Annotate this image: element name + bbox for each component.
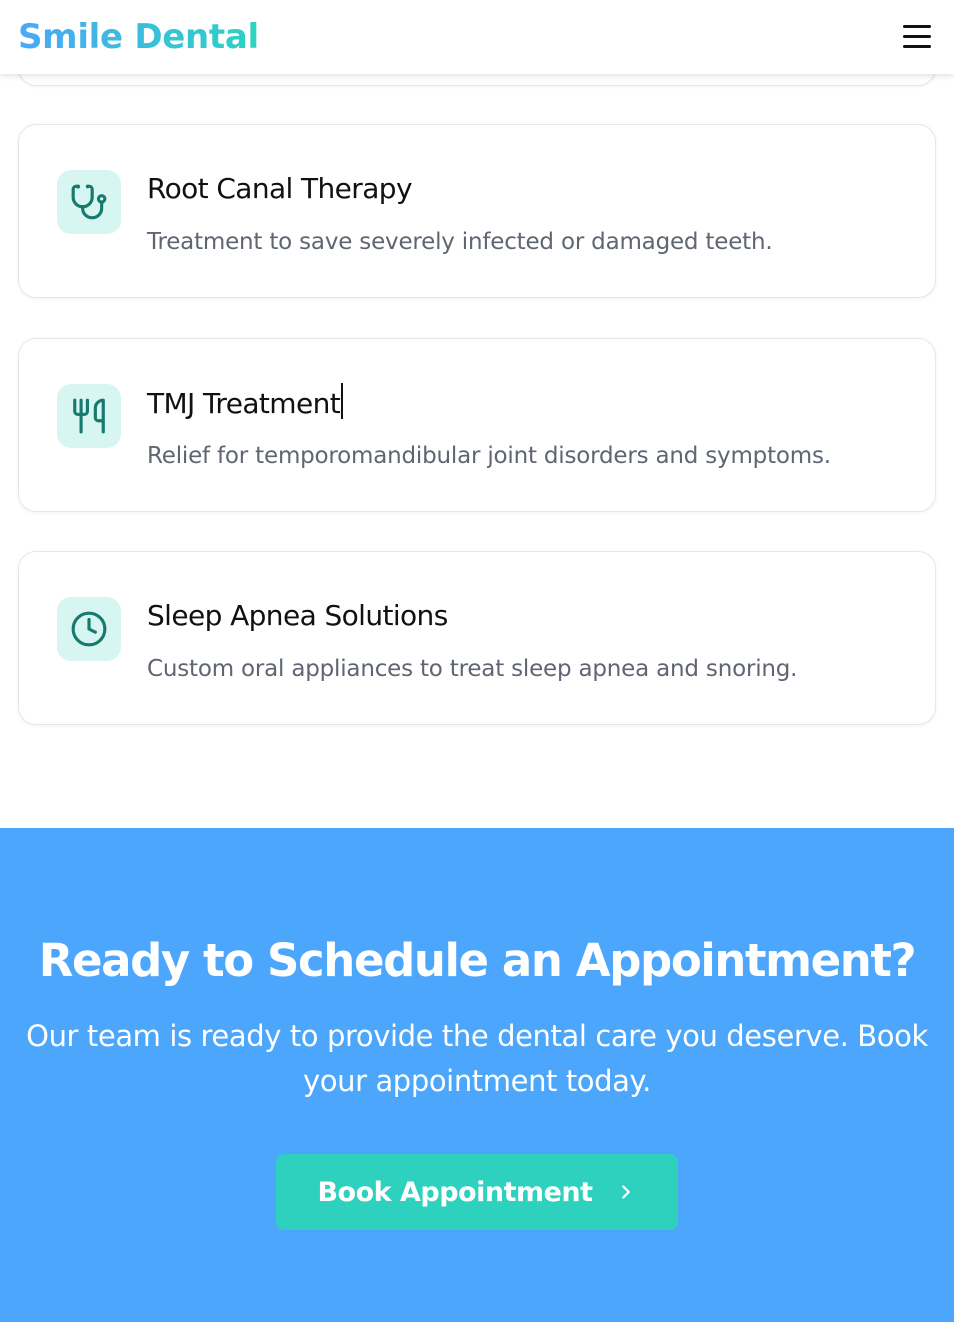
cta-title: Ready to Schedule an Appointment? bbox=[38, 934, 917, 987]
service-title: Sleep Apnea Solutions bbox=[147, 599, 448, 632]
service-title: Root Canal Therapy bbox=[147, 172, 413, 205]
text-cursor bbox=[341, 383, 344, 419]
chevron-right-icon bbox=[615, 1181, 637, 1203]
book-appointment-button[interactable]: Book Appointment bbox=[276, 1154, 678, 1230]
hamburger-line bbox=[903, 34, 931, 38]
menu-button[interactable] bbox=[896, 16, 938, 56]
service-title-editing[interactable]: TMJ Treatment bbox=[147, 383, 344, 424]
page: Smile Dental Root Canal Therapy Treatmen… bbox=[0, 0, 954, 1322]
brand-logo[interactable]: Smile Dental bbox=[18, 14, 259, 60]
site-header: Smile Dental bbox=[0, 0, 954, 74]
service-card-root-canal: Root Canal Therapy Treatment to save sev… bbox=[18, 124, 936, 298]
service-description: Relief for temporomandibular joint disor… bbox=[147, 443, 831, 469]
service-card-sleep-apnea: Sleep Apnea Solutions Custom oral applia… bbox=[18, 551, 936, 725]
cta-text: Our team is ready to provide the dental … bbox=[26, 1019, 928, 1098]
service-description: Custom oral appliances to treat sleep ap… bbox=[147, 656, 798, 682]
service-title: TMJ Treatment bbox=[147, 387, 341, 420]
service-card-tmj: TMJ Treatment Relief for temporomandibul… bbox=[18, 338, 936, 512]
appointment-cta-section: Ready to Schedule an Appointment? Our te… bbox=[0, 828, 954, 1322]
book-appointment-label: Book Appointment bbox=[317, 1176, 593, 1208]
stethoscope-icon bbox=[57, 170, 121, 234]
clock-icon bbox=[57, 597, 121, 661]
utensils-icon bbox=[57, 384, 121, 448]
service-description: Treatment to save severely infected or d… bbox=[147, 229, 773, 255]
hamburger-menu-icon bbox=[903, 24, 931, 28]
hamburger-line bbox=[903, 44, 931, 48]
